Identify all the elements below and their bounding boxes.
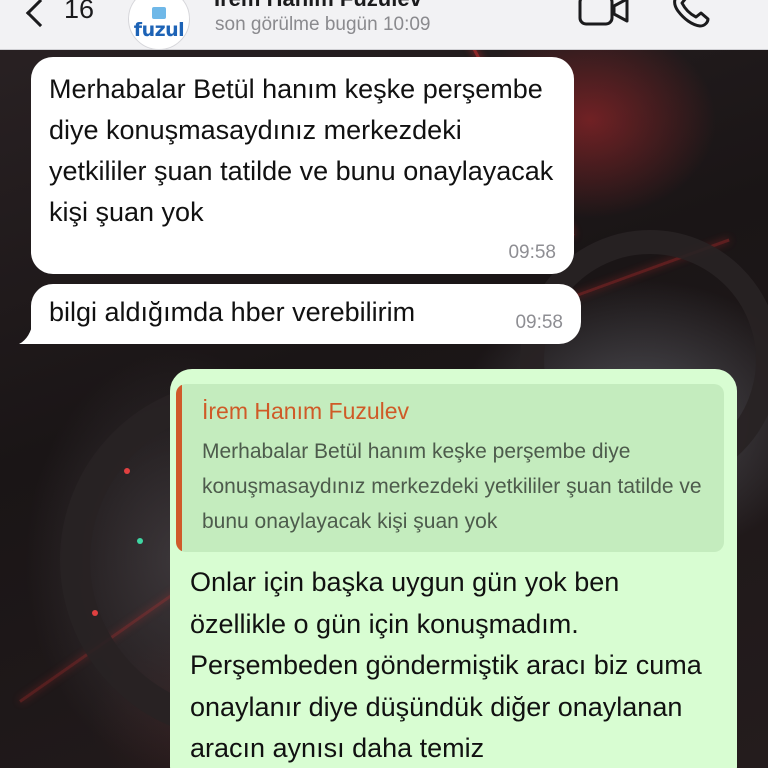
video-icon <box>578 0 629 26</box>
chat-header: 16 fuzul İrem Hanım Fuzulev son görülme … <box>0 0 768 50</box>
message-text: bilgi aldığımda hber verebilirim <box>49 297 416 327</box>
avatar-logo-text: fuzul <box>133 18 185 41</box>
voice-call-button[interactable] <box>670 0 712 35</box>
phone-icon <box>673 0 710 28</box>
bubble-tail <box>19 322 45 344</box>
quote-text: Merhabalar Betül hanım keşke perşembe di… <box>202 440 702 533</box>
message-time: 09:58 <box>508 242 556 263</box>
video-call-button[interactable] <box>578 0 630 33</box>
quote-author: İrem Hanım Fuzulev <box>202 398 410 424</box>
message-text: Onlar için başka uygun gün yok ben özell… <box>190 567 702 763</box>
logo-icon <box>152 6 166 19</box>
quote-accent-bar <box>176 384 182 552</box>
last-seen-status: son görülme bugün 10:09 <box>215 14 431 35</box>
message-text: Merhabalar Betül hanım keşke perşembe di… <box>49 74 554 227</box>
quoted-message[interactable]: İrem Hanım Fuzulev Merhabalar Betül hanı… <box>176 384 724 552</box>
unread-count: 16 <box>64 0 95 24</box>
chevron-left-icon <box>25 0 55 27</box>
message-time: 09:58 <box>515 312 563 333</box>
avatar[interactable]: fuzul <box>128 0 190 50</box>
contact-name[interactable]: İrem Hanım Fuzulev <box>214 0 422 12</box>
incoming-message[interactable]: bilgi aldığımda hber verebilirim 09:58 <box>19 284 581 344</box>
incoming-message[interactable]: Merhabalar Betül hanım keşke perşembe di… <box>31 57 574 274</box>
back-button[interactable]: 16 <box>22 0 95 27</box>
